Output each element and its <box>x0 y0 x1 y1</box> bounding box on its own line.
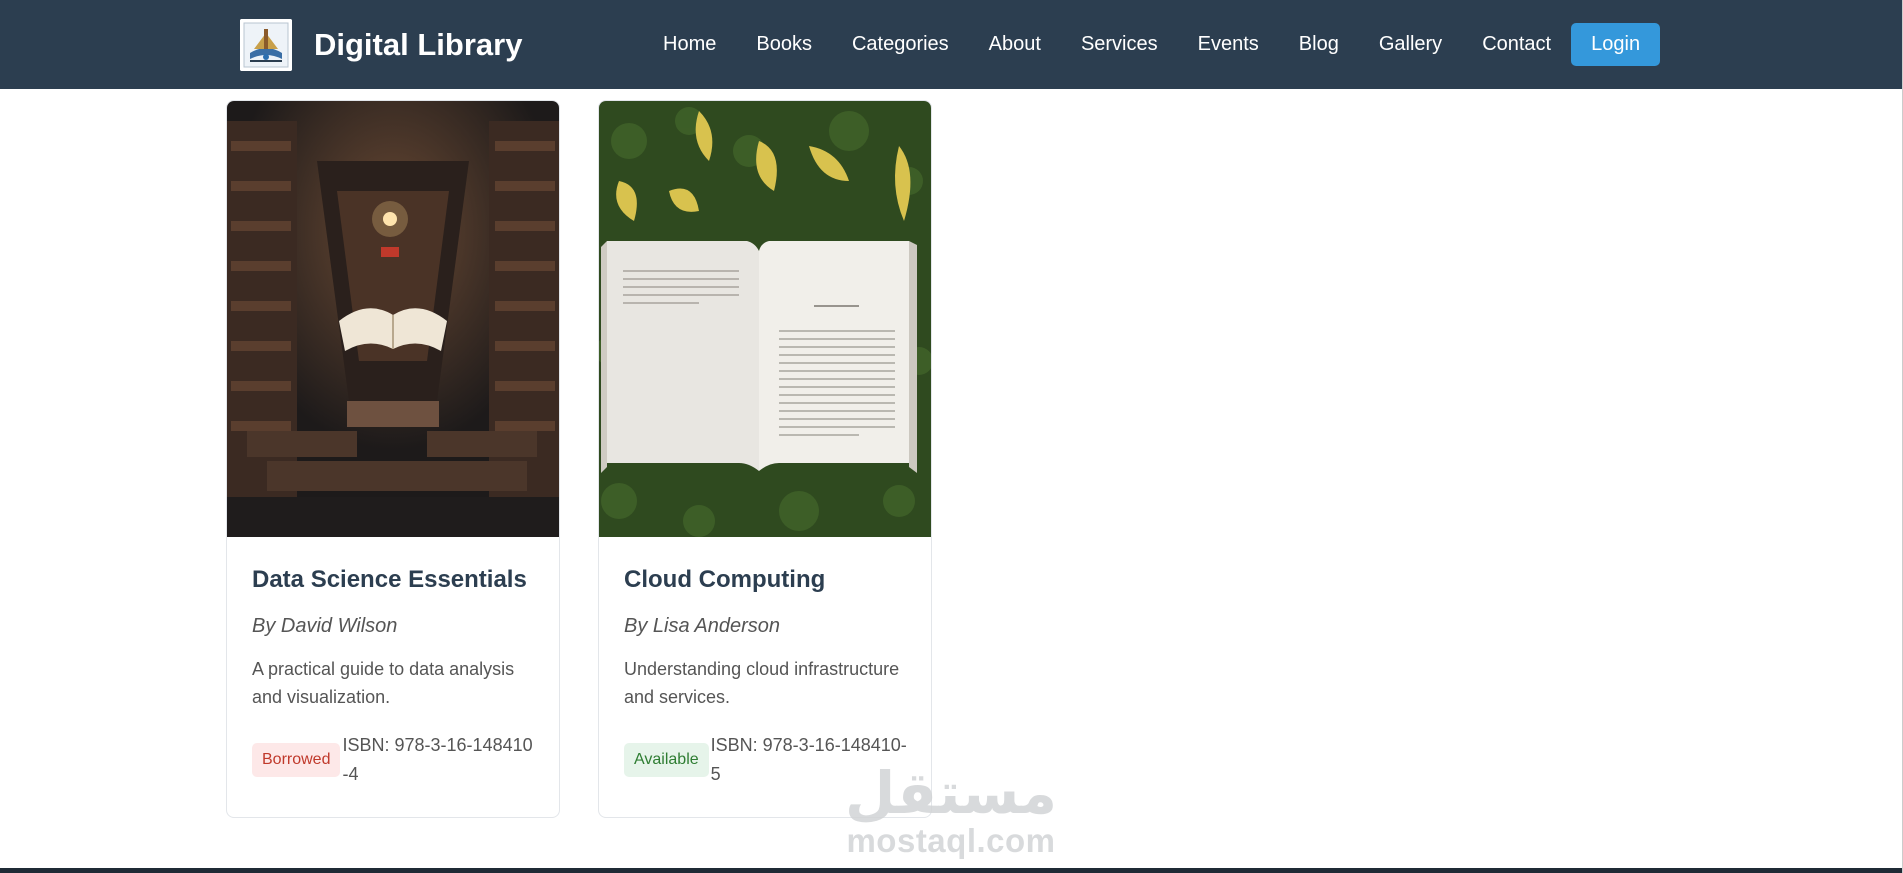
nav-contact[interactable]: Contact <box>1462 33 1571 56</box>
nav-gallery[interactable]: Gallery <box>1359 33 1462 56</box>
nav-about[interactable]: About <box>969 33 1061 56</box>
watermark-latin-text: mostaql.com <box>846 822 1056 859</box>
brand[interactable]: Digital Library <box>240 19 522 71</box>
nav-books[interactable]: Books <box>736 33 832 56</box>
book-meta: Borrowed ISBN: 978-3-16-148410-4 <box>252 731 535 789</box>
watermark: مستقل mostaql.com <box>836 762 1066 858</box>
nav-home[interactable]: Home <box>643 33 736 56</box>
status-badge: Available <box>624 743 709 777</box>
book-description: Understanding cloud infrastructure and s… <box>624 659 900 707</box>
library-logo-icon[interactable] <box>240 19 292 71</box>
brand-title[interactable]: Digital Library <box>314 27 522 63</box>
book-isbn: ISBN: 978-3-16-148410-4 <box>342 735 533 784</box>
nav-services[interactable]: Services <box>1061 33 1178 56</box>
book-author: By David Wilson <box>252 615 398 637</box>
book-title[interactable]: Cloud Computing <box>624 565 907 595</box>
status-badge: Borrowed <box>252 743 341 777</box>
login-button[interactable]: Login <box>1571 23 1661 66</box>
footer-edge <box>0 868 1903 873</box>
book-author: By Lisa Anderson <box>624 615 781 637</box>
library-book-photo[interactable] <box>227 101 559 537</box>
book-card-body: Cloud Computing By Lisa Anderson Underst… <box>599 537 931 789</box>
open-book-on-grass-photo[interactable] <box>599 101 931 537</box>
watermark-arabic-text: مستقل <box>844 759 1058 827</box>
book-title[interactable]: Data Science Essentials <box>252 565 535 595</box>
main-navigation: Home Books Categories About Services Eve… <box>643 23 1661 66</box>
book-description: A practical guide to data analysis and v… <box>252 659 515 707</box>
book-card-body: Data Science Essentials By David Wilson … <box>227 537 559 789</box>
book-card[interactable]: Data Science Essentials By David Wilson … <box>226 100 560 818</box>
top-navbar: Digital Library Home Books Categories Ab… <box>0 0 1903 89</box>
nav-events[interactable]: Events <box>1178 33 1279 56</box>
book-card[interactable]: Cloud Computing By Lisa Anderson Underst… <box>598 100 932 818</box>
nav-categories[interactable]: Categories <box>832 33 969 56</box>
nav-blog[interactable]: Blog <box>1279 33 1359 56</box>
